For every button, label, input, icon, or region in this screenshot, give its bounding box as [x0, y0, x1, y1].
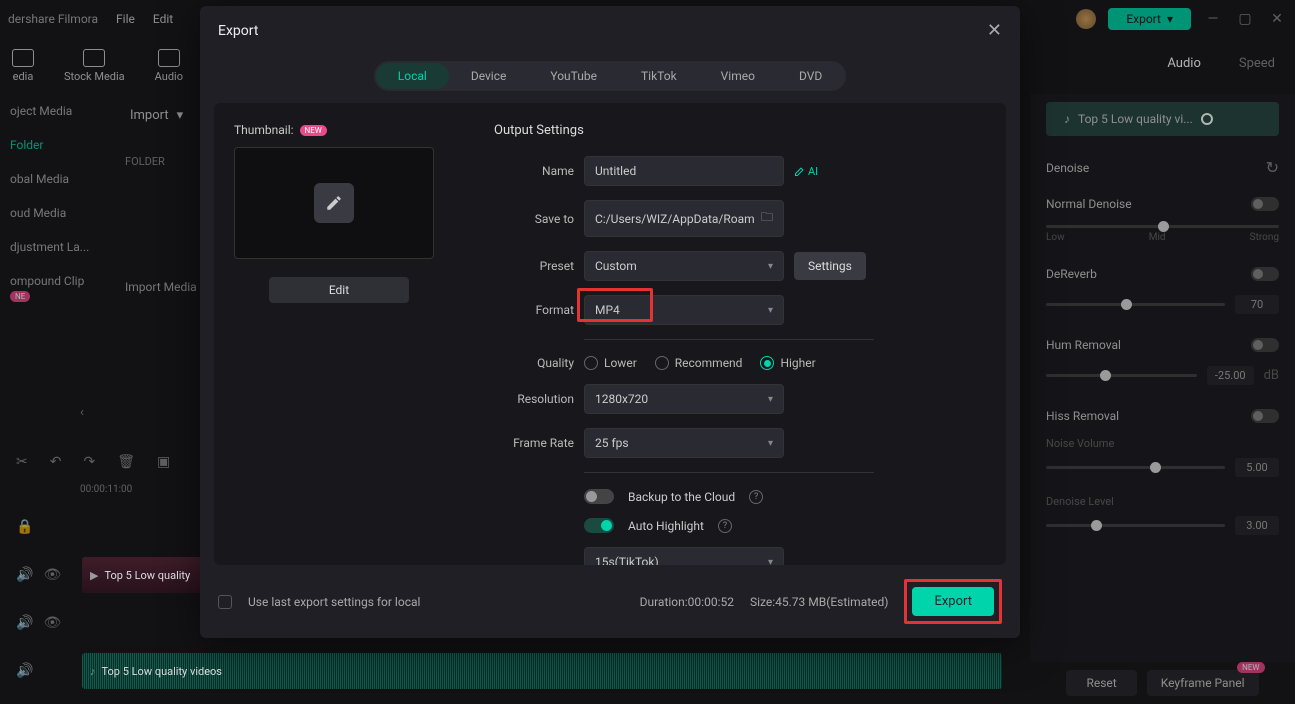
- highlight-duration-row: 15s(TikTok) ▾: [584, 547, 986, 565]
- frame-rate-label: Frame Rate: [494, 436, 574, 450]
- name-input[interactable]: Untitled: [584, 156, 784, 186]
- quality-label: Quality: [494, 356, 574, 370]
- save-to-input[interactable]: C:/Users/WIZ/AppData/Roam 🗀: [584, 200, 784, 237]
- output-settings: Output Settings Name Untitled AI Save to…: [464, 123, 986, 545]
- use-last-checkbox[interactable]: [218, 595, 232, 609]
- preset-settings-button[interactable]: Settings: [794, 252, 866, 280]
- resolution-row: Resolution 1280x720 ▾: [494, 384, 986, 414]
- tab-device[interactable]: Device: [449, 63, 529, 89]
- help-icon[interactable]: ?: [718, 519, 732, 533]
- export-tabs: Local Device YouTube TikTok Vimeo DVD: [200, 61, 1020, 91]
- format-row: Format MP4 ▾: [494, 295, 986, 325]
- chevron-down-icon: ▾: [768, 394, 773, 405]
- divider: [584, 472, 874, 473]
- backup-toggle[interactable]: [584, 489, 614, 504]
- resolution-select[interactable]: 1280x720 ▾: [584, 384, 784, 414]
- backup-row: Backup to the Cloud ?: [584, 489, 986, 504]
- tab-local[interactable]: Local: [376, 63, 449, 89]
- duration-text: Duration:00:00:52: [640, 595, 734, 609]
- tab-vimeo[interactable]: Vimeo: [699, 63, 777, 89]
- ai-badge[interactable]: AI: [794, 165, 818, 178]
- output-settings-title: Output Settings: [494, 123, 986, 138]
- new-badge: NEW: [300, 125, 327, 136]
- quality-lower-radio[interactable]: Lower: [584, 356, 637, 370]
- size-text: Size:45.73 MB(Estimated): [750, 595, 889, 609]
- chevron-down-icon: ▾: [768, 261, 773, 272]
- use-last-label: Use last export settings for local: [248, 595, 420, 609]
- auto-highlight-row: Auto Highlight ?: [584, 518, 986, 533]
- quality-recommend-radio[interactable]: Recommend: [655, 356, 743, 370]
- modal-footer: Use last export settings for local Durat…: [200, 565, 1020, 638]
- name-label: Name: [494, 164, 574, 178]
- modal-title: Export: [218, 23, 258, 39]
- clip-label: Top 5 Low quality: [104, 569, 190, 582]
- resolution-label: Resolution: [494, 392, 574, 406]
- chevron-down-icon: ▾: [768, 438, 773, 449]
- folder-icon[interactable]: 🗀: [761, 208, 773, 229]
- modal-header: Export ✕: [200, 6, 1020, 55]
- frame-rate-select[interactable]: 25 fps ▾: [584, 428, 784, 458]
- edit-thumbnail-button[interactable]: Edit: [269, 277, 409, 303]
- tab-dvd[interactable]: DVD: [777, 63, 844, 89]
- close-icon[interactable]: ✕: [987, 20, 1002, 41]
- export-modal: Export ✕ Local Device YouTube TikTok Vim…: [200, 6, 1020, 638]
- save-to-label: Save to: [494, 212, 574, 226]
- save-to-row: Save to C:/Users/WIZ/AppData/Roam 🗀: [494, 200, 986, 237]
- auto-highlight-label: Auto Highlight: [628, 519, 704, 533]
- preset-label: Preset: [494, 259, 574, 273]
- chevron-down-icon: ▾: [768, 305, 773, 316]
- modal-body: Thumbnail: NEW Edit Output Settings Name…: [214, 103, 1006, 565]
- thumbnail-column: Thumbnail: NEW Edit: [234, 123, 444, 545]
- format-select[interactable]: MP4 ▾: [584, 295, 784, 325]
- highlight-box: Export: [904, 579, 1002, 624]
- clip-label: Top 5 Low quality videos: [102, 665, 222, 678]
- quality-higher-radio[interactable]: Higher: [760, 356, 815, 370]
- quality-row: Quality Lower Recommend Higher: [494, 356, 986, 370]
- thumbnail-preview[interactable]: [234, 147, 434, 259]
- auto-highlight-toggle[interactable]: [584, 518, 614, 533]
- format-label: Format: [494, 303, 574, 317]
- tab-tiktok[interactable]: TikTok: [619, 63, 699, 89]
- tab-youtube[interactable]: YouTube: [528, 63, 619, 89]
- export-button[interactable]: Export: [912, 587, 994, 616]
- highlight-duration-select[interactable]: 15s(TikTok) ▾: [584, 547, 784, 565]
- pencil-icon: [314, 183, 354, 223]
- preset-select[interactable]: Custom ▾: [584, 251, 784, 281]
- divider: [584, 339, 874, 340]
- name-row: Name Untitled AI: [494, 156, 986, 186]
- chevron-down-icon: ▾: [768, 557, 773, 566]
- help-icon[interactable]: ?: [749, 490, 763, 504]
- thumbnail-label: Thumbnail:: [234, 123, 294, 137]
- preset-row: Preset Custom ▾ Settings: [494, 251, 986, 281]
- frame-rate-row: Frame Rate 25 fps ▾: [494, 428, 986, 458]
- backup-label: Backup to the Cloud: [628, 490, 735, 504]
